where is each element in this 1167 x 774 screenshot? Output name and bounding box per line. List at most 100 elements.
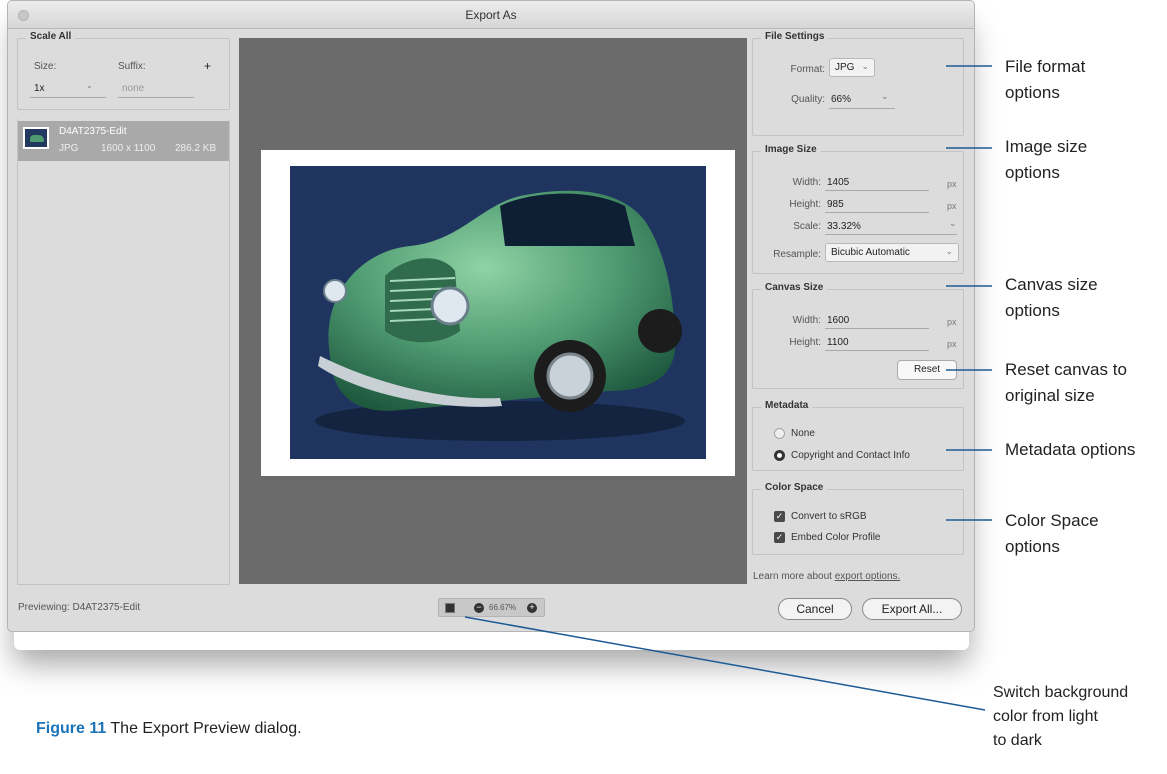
callout-line: Canvas size: [1005, 275, 1098, 294]
zoom-out-icon[interactable]: −: [474, 603, 484, 613]
image-width-underline: [825, 190, 929, 191]
chevron-down-icon: ⌄: [945, 246, 953, 256]
canvas-width-label: Width:: [792, 315, 821, 326]
image-width-input[interactable]: 1405: [827, 177, 849, 188]
canvas-size-title: Canvas Size: [761, 282, 828, 293]
scale-input[interactable]: 33.32%: [827, 221, 861, 232]
suffix-underline: [118, 97, 194, 98]
callout-line: to dark: [993, 732, 1042, 749]
callout-line: options: [1005, 537, 1060, 556]
scale-all-title: Scale All: [26, 31, 76, 42]
export-as-dialog: Export As Scale All Size: Suffix: + 1x ⌄…: [7, 0, 975, 632]
chevron-down-icon: ⌄: [949, 218, 957, 228]
canvas-width-underline: [825, 328, 929, 329]
preview-area[interactable]: [239, 38, 747, 584]
file-list-panel: [17, 119, 230, 585]
color-space-group: Color Space ✓ Convert to sRGB ✓ Embed Co…: [752, 482, 964, 555]
callout-background: Switch background color from light to da…: [993, 681, 1128, 753]
preview-image: [290, 166, 706, 459]
image-height-underline: [825, 212, 929, 213]
scale-all-group: Scale All Size: Suffix: + 1x ⌄ none: [17, 31, 230, 110]
callout-line: options: [1005, 83, 1060, 102]
callout-line: options: [1005, 301, 1060, 320]
image-size-group: Image Size Width: 1405 px Height: 985 px…: [752, 144, 964, 274]
image-height-unit: px: [947, 201, 957, 211]
callout-reset: Reset canvas to original size: [1005, 357, 1127, 409]
title-bar: Export As: [8, 1, 974, 29]
metadata-none-label: None: [791, 428, 815, 439]
metadata-group: Metadata None Copyright and Contact Info: [752, 400, 964, 471]
export-options-link[interactable]: export options.: [835, 571, 901, 582]
callout-line: Metadata options: [1005, 440, 1136, 459]
callout-canvas-size: Canvas size options: [1005, 272, 1098, 324]
file-settings-group: File Settings Format: JPG ⌄ Quality: 66%…: [752, 31, 964, 136]
scale-label: Scale:: [793, 221, 821, 232]
car-illustration: [315, 190, 685, 441]
callout-file-format: File format options: [1005, 54, 1085, 106]
canvas-height-label: Height:: [789, 337, 821, 348]
image-size-title: Image Size: [761, 144, 821, 155]
background-toggle-icon[interactable]: [445, 603, 455, 613]
image-height-input[interactable]: 985: [827, 199, 844, 210]
learn-more-prefix: Learn more about: [753, 571, 835, 582]
canvas-width-input[interactable]: 1600: [827, 315, 849, 326]
callout-line: options: [1005, 163, 1060, 182]
size-select[interactable]: 1x: [34, 83, 45, 94]
image-width-label: Width:: [792, 177, 821, 188]
quality-label: Quality:: [791, 94, 825, 105]
add-scale-icon[interactable]: +: [204, 59, 211, 73]
suffix-input[interactable]: none: [122, 83, 144, 94]
preview-canvas: [261, 150, 735, 476]
chevron-down-icon: ⌄: [86, 81, 93, 90]
cancel-button[interactable]: Cancel: [778, 598, 852, 620]
canvas-size-group: Canvas Size Width: 1600 px Height: 1100 …: [752, 282, 964, 389]
color-space-title: Color Space: [761, 482, 828, 493]
export-all-button[interactable]: Export All...: [862, 598, 962, 620]
metadata-none-radio[interactable]: [774, 428, 785, 439]
canvas-width-unit: px: [947, 317, 957, 327]
image-width-unit: px: [947, 179, 957, 189]
size-label: Size:: [34, 61, 57, 72]
quality-value[interactable]: 66%: [831, 94, 851, 105]
resample-select[interactable]: Bicubic Automatic ⌄: [825, 243, 959, 262]
canvas-height-input[interactable]: 1100: [827, 337, 849, 348]
metadata-copyright-radio[interactable]: [774, 450, 785, 461]
scale-underline: [825, 234, 957, 235]
learn-more-text: Learn more about export options.: [753, 571, 900, 582]
callout-line: Reset canvas to: [1005, 360, 1127, 379]
embed-profile-checkbox[interactable]: ✓: [774, 532, 785, 543]
image-height-label: Height:: [789, 199, 821, 210]
embed-profile-label: Embed Color Profile: [791, 532, 881, 543]
window-title: Export As: [465, 8, 517, 22]
chevron-down-icon: ⌄: [881, 91, 889, 101]
file-settings-title: File Settings: [761, 31, 829, 42]
callout-image-size: Image size options: [1005, 134, 1087, 186]
callout-metadata: Metadata options: [1005, 437, 1135, 463]
convert-srgb-checkbox[interactable]: ✓: [774, 511, 785, 522]
previewing-label: Previewing: D4AT2375-Edit: [18, 602, 141, 613]
metadata-title: Metadata: [761, 400, 813, 411]
zoom-in-icon[interactable]: +: [527, 603, 537, 613]
reset-button[interactable]: Reset: [897, 360, 957, 380]
resample-label: Resample:: [773, 249, 821, 260]
metadata-copyright-label: Copyright and Contact Info: [791, 450, 910, 461]
canvas-height-underline: [825, 350, 929, 351]
callout-line: Switch background: [993, 684, 1129, 701]
callout-line: Color Space: [1005, 511, 1099, 530]
canvas-height-unit: px: [947, 339, 957, 349]
chevron-down-icon: ⌄: [861, 61, 869, 71]
callout-color-space: Color Space options: [1005, 508, 1099, 560]
callout-line: Image size: [1005, 137, 1088, 156]
format-label: Format:: [790, 64, 825, 75]
format-select[interactable]: JPG ⌄: [829, 58, 875, 77]
suffix-label: Suffix:: [118, 61, 146, 72]
callout-line: color from light: [993, 708, 1098, 725]
callout-line: File format: [1005, 57, 1086, 76]
quality-underline: [829, 108, 895, 109]
resample-value: Bicubic Automatic: [831, 247, 910, 258]
preview-toolbar: − 66.67% +: [438, 598, 545, 617]
figure-caption: Figure 11 The Export Preview dialog.: [36, 720, 302, 738]
format-value: JPG: [835, 62, 855, 73]
figure-text: The Export Preview dialog.: [106, 720, 302, 737]
zoom-level: 66.67%: [489, 603, 517, 612]
